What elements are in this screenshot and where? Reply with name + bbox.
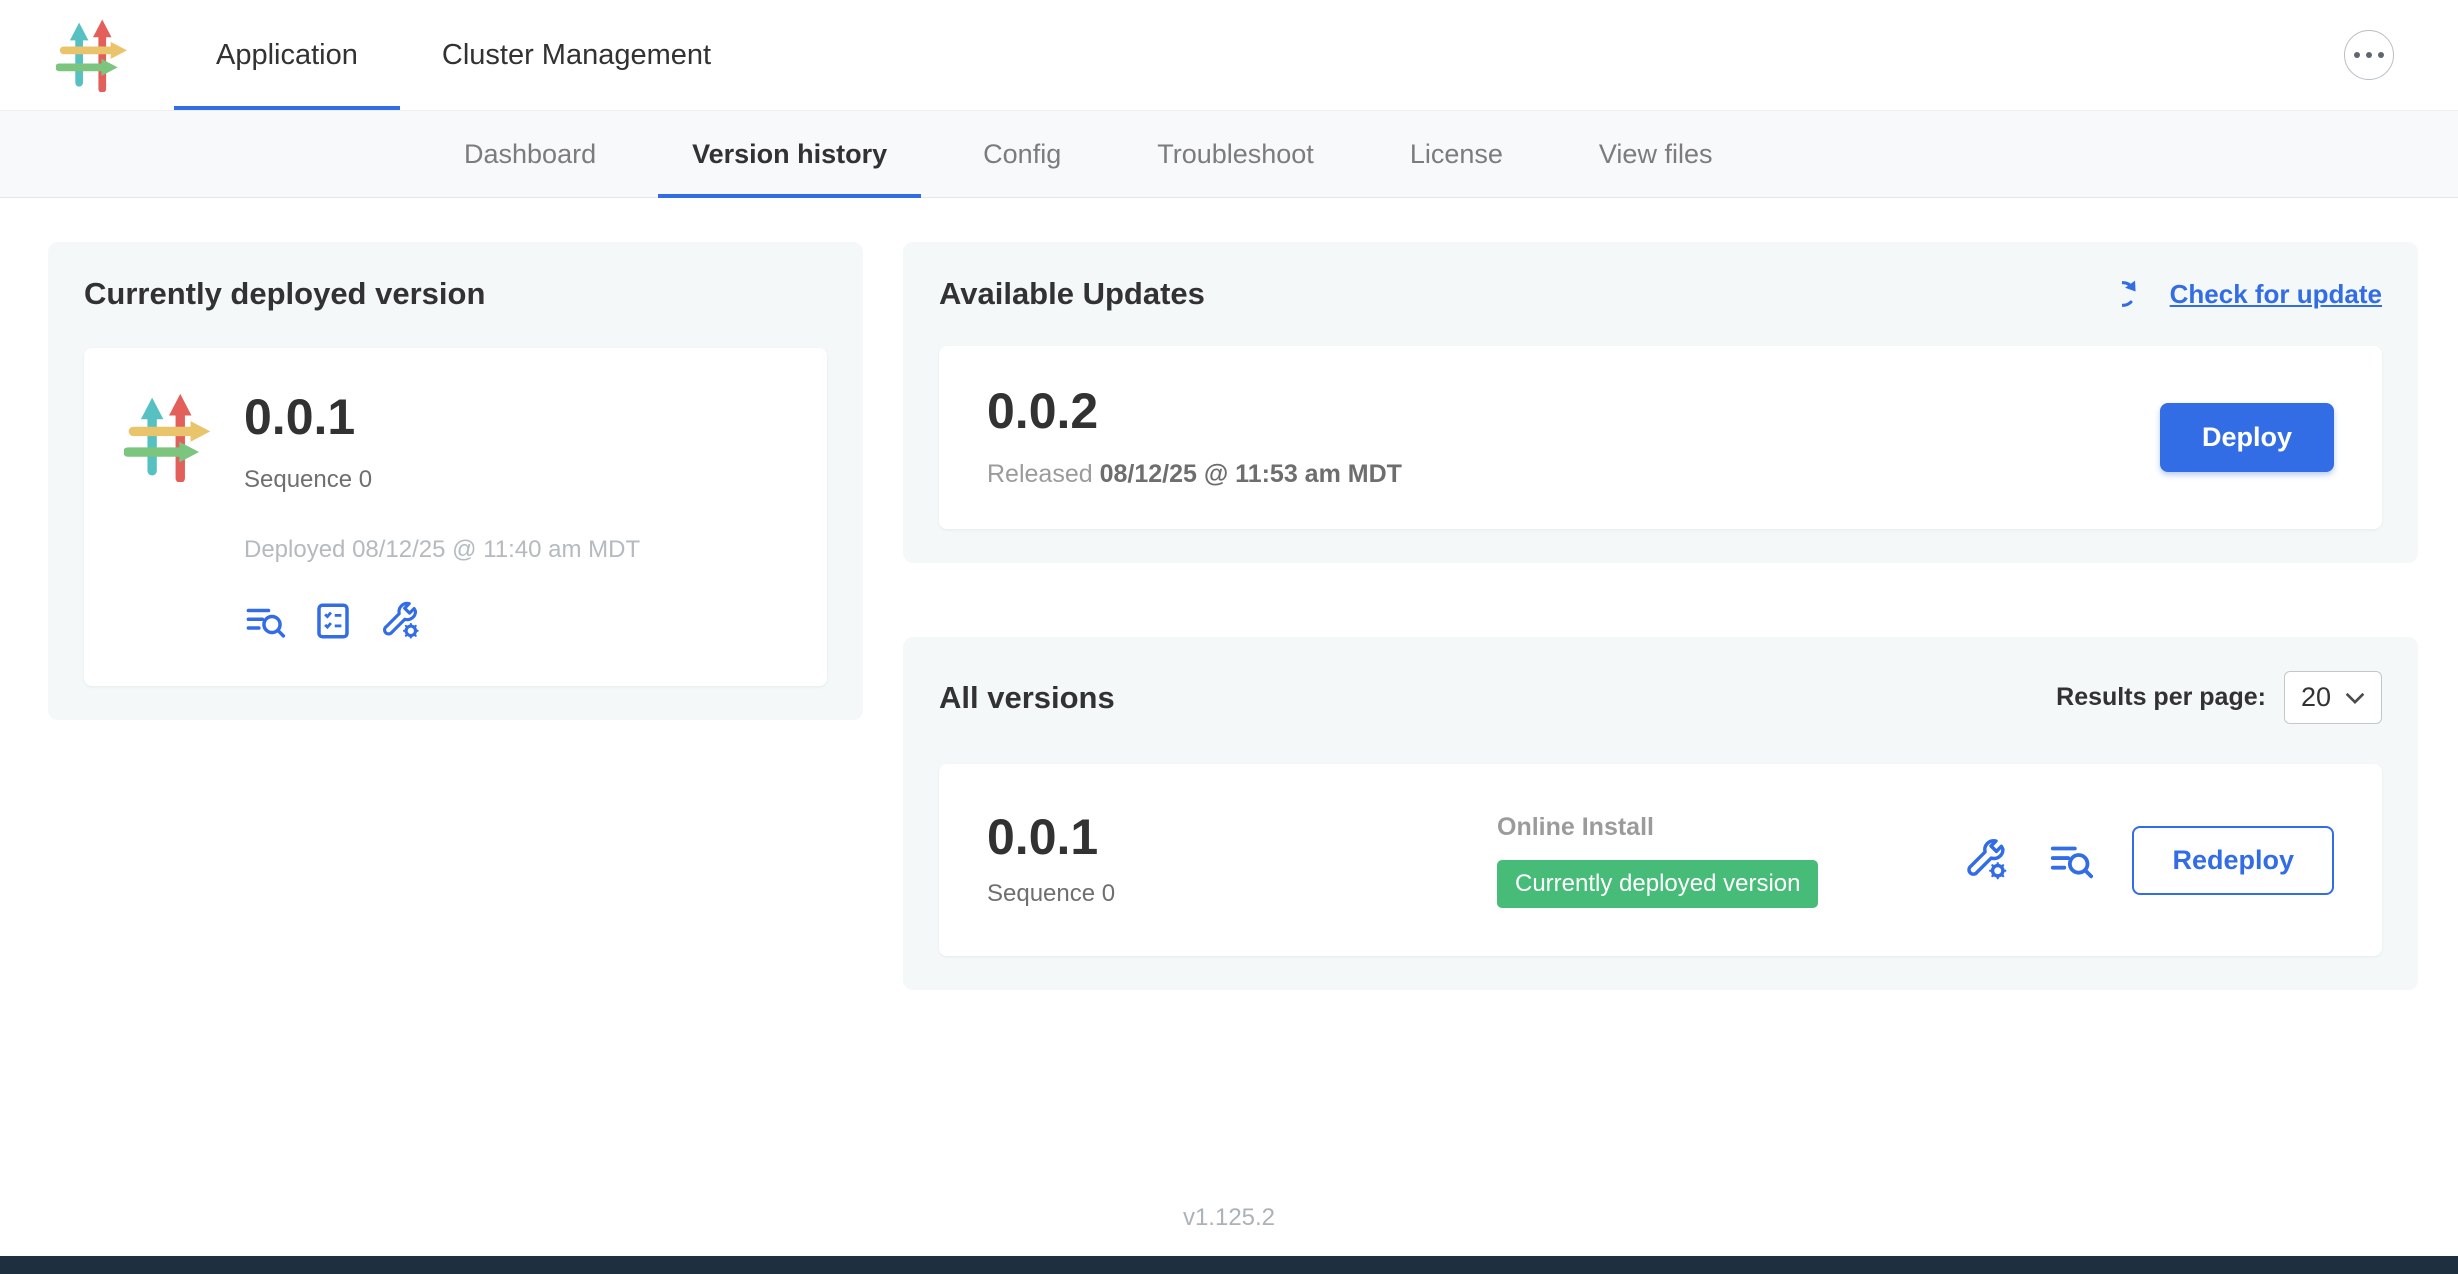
- deployed-timestamp: Deployed 08/12/25 @ 11:40 am MDT: [244, 536, 640, 564]
- app-logo-icon: [124, 392, 214, 482]
- refresh-icon: [2122, 277, 2156, 311]
- deploy-button[interactable]: Deploy: [2160, 403, 2334, 472]
- install-type: Online Install: [1497, 813, 1818, 842]
- version-row-actions: Redeploy: [1964, 826, 2334, 895]
- bottom-dark-bar: [0, 1256, 2458, 1274]
- subnav-item-view-files[interactable]: View files: [1565, 111, 1747, 197]
- available-updates-title: Available Updates: [939, 276, 1205, 312]
- check-for-update-link[interactable]: Check for update: [2122, 277, 2382, 311]
- release-notes-icon[interactable]: [244, 600, 286, 642]
- row-sequence: Sequence 0: [987, 880, 1497, 908]
- released-prefix: Released: [987, 460, 1093, 488]
- subnav-item-dashboard[interactable]: Dashboard: [430, 111, 630, 197]
- available-updates-header: Available Updates Check for update: [939, 276, 2382, 312]
- app-logo-icon: [56, 18, 130, 92]
- available-update-row: 0.0.2 Released 08/12/25 @ 11:53 am MDT D…: [939, 346, 2382, 529]
- subnav-item-troubleshoot[interactable]: Troubleshoot: [1123, 111, 1348, 197]
- main-content: Currently deployed version 0.0.1 Sequenc…: [0, 198, 2458, 1164]
- navbar-right: [2344, 0, 2458, 110]
- view-config-icon[interactable]: [380, 600, 422, 642]
- nav-tab-application-label: Application: [216, 39, 358, 72]
- view-config-icon[interactable]: [1964, 837, 2010, 883]
- nav-tab-cluster-management-label: Cluster Management: [442, 39, 711, 72]
- version-row-version-block: 0.0.1 Sequence 0: [987, 812, 1497, 908]
- overflow-menu-button[interactable]: [2344, 30, 2394, 80]
- kots-admin-console: Application Cluster Management Dashboard…: [0, 0, 2458, 1274]
- update-details: 0.0.2 Released 08/12/25 @ 11:53 am MDT: [987, 386, 1402, 489]
- all-versions-title: All versions: [939, 680, 1115, 716]
- results-per-page: Results per page: 20: [2056, 671, 2382, 724]
- release-notes-icon[interactable]: [2048, 837, 2094, 883]
- preflight-checks-icon[interactable]: [312, 600, 354, 642]
- all-versions-card: All versions Results per page: 20 0.0: [903, 637, 2418, 990]
- deployed-version-number: 0.0.1: [244, 392, 640, 442]
- results-per-page-value: 20: [2301, 682, 2331, 713]
- available-updates-card: Available Updates Check for update 0.0.2…: [903, 242, 2418, 563]
- version-row: 0.0.1 Sequence 0 Online Install Currentl…: [939, 764, 2382, 956]
- deployed-card-title: Currently deployed version: [84, 276, 827, 312]
- chevron-down-icon: [2345, 691, 2365, 705]
- results-per-page-label: Results per page:: [2056, 683, 2266, 712]
- all-versions-header: All versions Results per page: 20: [939, 671, 2382, 724]
- deployed-sequence: Sequence 0: [244, 466, 640, 494]
- row-version-number: 0.0.1: [987, 812, 1497, 862]
- currently-deployed-badge: Currently deployed version: [1497, 860, 1818, 908]
- deployed-version-panel: 0.0.1 Sequence 0 Deployed 08/12/25 @ 11:…: [84, 348, 827, 686]
- page-footer: v1.125.2: [0, 1164, 2458, 1256]
- redeploy-button[interactable]: Redeploy: [2132, 826, 2334, 895]
- released-timestamp: 08/12/25 @ 11:53 am MDT: [1100, 460, 1402, 488]
- deployed-actions: [244, 600, 640, 642]
- top-navbar: Application Cluster Management: [0, 0, 2458, 111]
- console-version: v1.125.2: [1183, 1204, 1275, 1232]
- app-subnav: Dashboard Version history Config Trouble…: [0, 111, 2458, 198]
- update-release-line: Released 08/12/25 @ 11:53 am MDT: [987, 460, 1402, 489]
- results-per-page-select[interactable]: 20: [2284, 671, 2382, 724]
- subnav-item-config[interactable]: Config: [949, 111, 1095, 197]
- nav-tab-application[interactable]: Application: [174, 0, 400, 110]
- currently-deployed-card: Currently deployed version 0.0.1 Sequenc…: [48, 242, 863, 720]
- ellipsis-icon: [2354, 52, 2360, 58]
- deployed-version-details: 0.0.1 Sequence 0 Deployed 08/12/25 @ 11:…: [244, 392, 640, 642]
- subnav-item-version-history[interactable]: Version history: [658, 111, 921, 197]
- subnav-item-license[interactable]: License: [1376, 111, 1537, 197]
- update-version-number: 0.0.2: [987, 386, 1402, 436]
- right-column: Available Updates Check for update 0.0.2…: [903, 242, 2418, 990]
- nav-tab-cluster-management[interactable]: Cluster Management: [400, 0, 753, 110]
- check-for-update-label: Check for update: [2170, 279, 2382, 310]
- version-row-status-block: Online Install Currently deployed versio…: [1497, 813, 1818, 908]
- primary-nav: Application Cluster Management: [174, 0, 753, 110]
